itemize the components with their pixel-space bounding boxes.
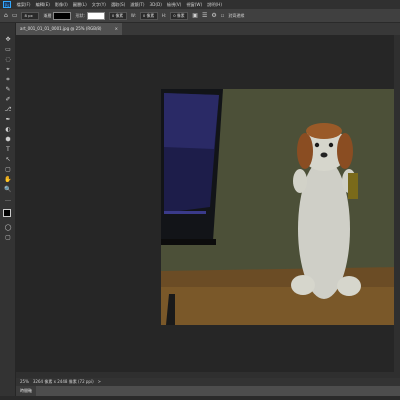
quick-select-tool-icon[interactable]: ⌖ (3, 65, 13, 74)
menu-file[interactable]: 檔案(F) (14, 2, 33, 8)
menu-type[interactable]: 文字(Y) (89, 2, 108, 8)
path-select-tool-icon[interactable]: ↖ (3, 155, 13, 164)
rectangle-tool-icon[interactable]: ▢ (3, 165, 13, 174)
path-alignment-icon[interactable]: ☰ (202, 12, 207, 19)
options-bar: ⌂ ▭ 8 px 漸層 形狀: 0 像素 W: 0 像素 H: 0 像素 ▣ ☰… (0, 9, 400, 23)
height-field[interactable]: 0 像素 (170, 11, 189, 20)
more-tools-icon[interactable]: … (3, 195, 13, 204)
menu-image[interactable]: 影像(I) (52, 2, 70, 8)
zoom-level[interactable]: 25% (20, 378, 29, 386)
tools-panel: ✥ ▭ ◌ ⌖ ⌗ ✎ ✐ ⎇ ✒ ◐ ⬢ T ↖ ▢ ✋ 🔍 … ◯ ▢ (0, 23, 16, 400)
stroke-color-swatch[interactable] (86, 11, 105, 20)
menu-edit[interactable]: 編輯(E) (33, 2, 52, 8)
photoshop-logo-icon[interactable]: Ps (3, 1, 11, 8)
gear-icon[interactable]: ⚙ (211, 12, 216, 19)
height-label: H: (161, 13, 167, 18)
hand-tool-icon[interactable]: ✋ (3, 175, 13, 184)
history-brush-tool-icon[interactable]: ⎇ (3, 105, 13, 114)
document-tab-bar: art_001_01_01_0001.jpg @ 25% (RGB/8) × (16, 23, 400, 35)
status-menu-arrow-icon[interactable]: > (98, 378, 101, 386)
menu-layer[interactable]: 圖層(L) (70, 2, 89, 8)
quick-mask-icon[interactable]: ◯ (3, 223, 13, 232)
crop-tool-icon[interactable]: ⌗ (3, 75, 13, 84)
move-tool-icon[interactable]: ✥ (3, 35, 13, 44)
eraser-tool-icon[interactable]: ✒ (3, 115, 13, 124)
stroke-width-field[interactable]: 0 像素 (108, 11, 127, 20)
brush-tool-icon[interactable]: ✎ (3, 85, 13, 94)
document-canvas[interactable] (161, 89, 400, 325)
document-info: 3264 像素 x 2448 像素 (72 ppi) (32, 379, 94, 384)
gradient-tool-icon[interactable]: ◐ (3, 125, 13, 134)
dodge-tool-icon[interactable]: ⬢ (3, 135, 13, 144)
document-tab[interactable]: art_001_01_01_0001.jpg @ 25% (RGB/8) × (16, 23, 122, 35)
menu-filter[interactable]: 濾鏡(T) (128, 2, 147, 8)
size-field[interactable]: 8 px (21, 11, 40, 20)
tool-preset-icon[interactable]: ▭ (12, 12, 18, 19)
shape-label: 形狀: (75, 12, 85, 18)
lasso-tool-icon[interactable]: ◌ (3, 55, 13, 64)
marquee-tool-icon[interactable]: ▭ (3, 45, 13, 54)
align-edges-checkbox[interactable]: ☐ (221, 13, 225, 18)
mode-label: 漸層 (43, 12, 52, 18)
close-icon[interactable]: × (115, 23, 118, 35)
menu-window[interactable]: 視窗(W) (184, 2, 205, 8)
home-icon[interactable]: ⌂ (4, 12, 8, 19)
width-label: W: (130, 13, 136, 18)
bottom-edge (0, 396, 400, 400)
menu-help[interactable]: 說明(H) (205, 2, 225, 8)
foreground-color-swatch[interactable] (3, 209, 11, 217)
path-operations-icon[interactable]: ▣ (192, 12, 198, 19)
document-tab-title: art_001_01_01_0001.jpg @ 25% (RGB/8) (20, 26, 102, 31)
status-bar: 25% 3264 像素 x 2448 像素 (72 ppi) > (16, 378, 400, 386)
photo-image (161, 89, 400, 325)
menu-select[interactable]: 選取(S) (108, 2, 127, 8)
menu-3d[interactable]: 3D(D) (147, 2, 164, 7)
menu-bar: Ps 檔案(F) 編輯(E) 影像(I) 圖層(L) 文字(Y) 選取(S) 濾… (0, 0, 400, 9)
align-edges-label: 對齊邊緣 (228, 12, 245, 18)
screen-mode-icon[interactable]: ▢ (3, 233, 13, 242)
type-tool-icon[interactable]: T (3, 145, 13, 154)
zoom-tool-icon[interactable]: 🔍 (3, 185, 13, 194)
clone-stamp-tool-icon[interactable]: ✐ (3, 95, 13, 104)
menu-view[interactable]: 檢視(V) (164, 2, 184, 8)
width-field[interactable]: 0 像素 (139, 11, 158, 20)
timeline-panel-tab[interactable]: 時間軸 (16, 386, 36, 396)
vertical-scrollbar[interactable] (394, 35, 400, 378)
fill-color-swatch[interactable] (53, 11, 72, 20)
